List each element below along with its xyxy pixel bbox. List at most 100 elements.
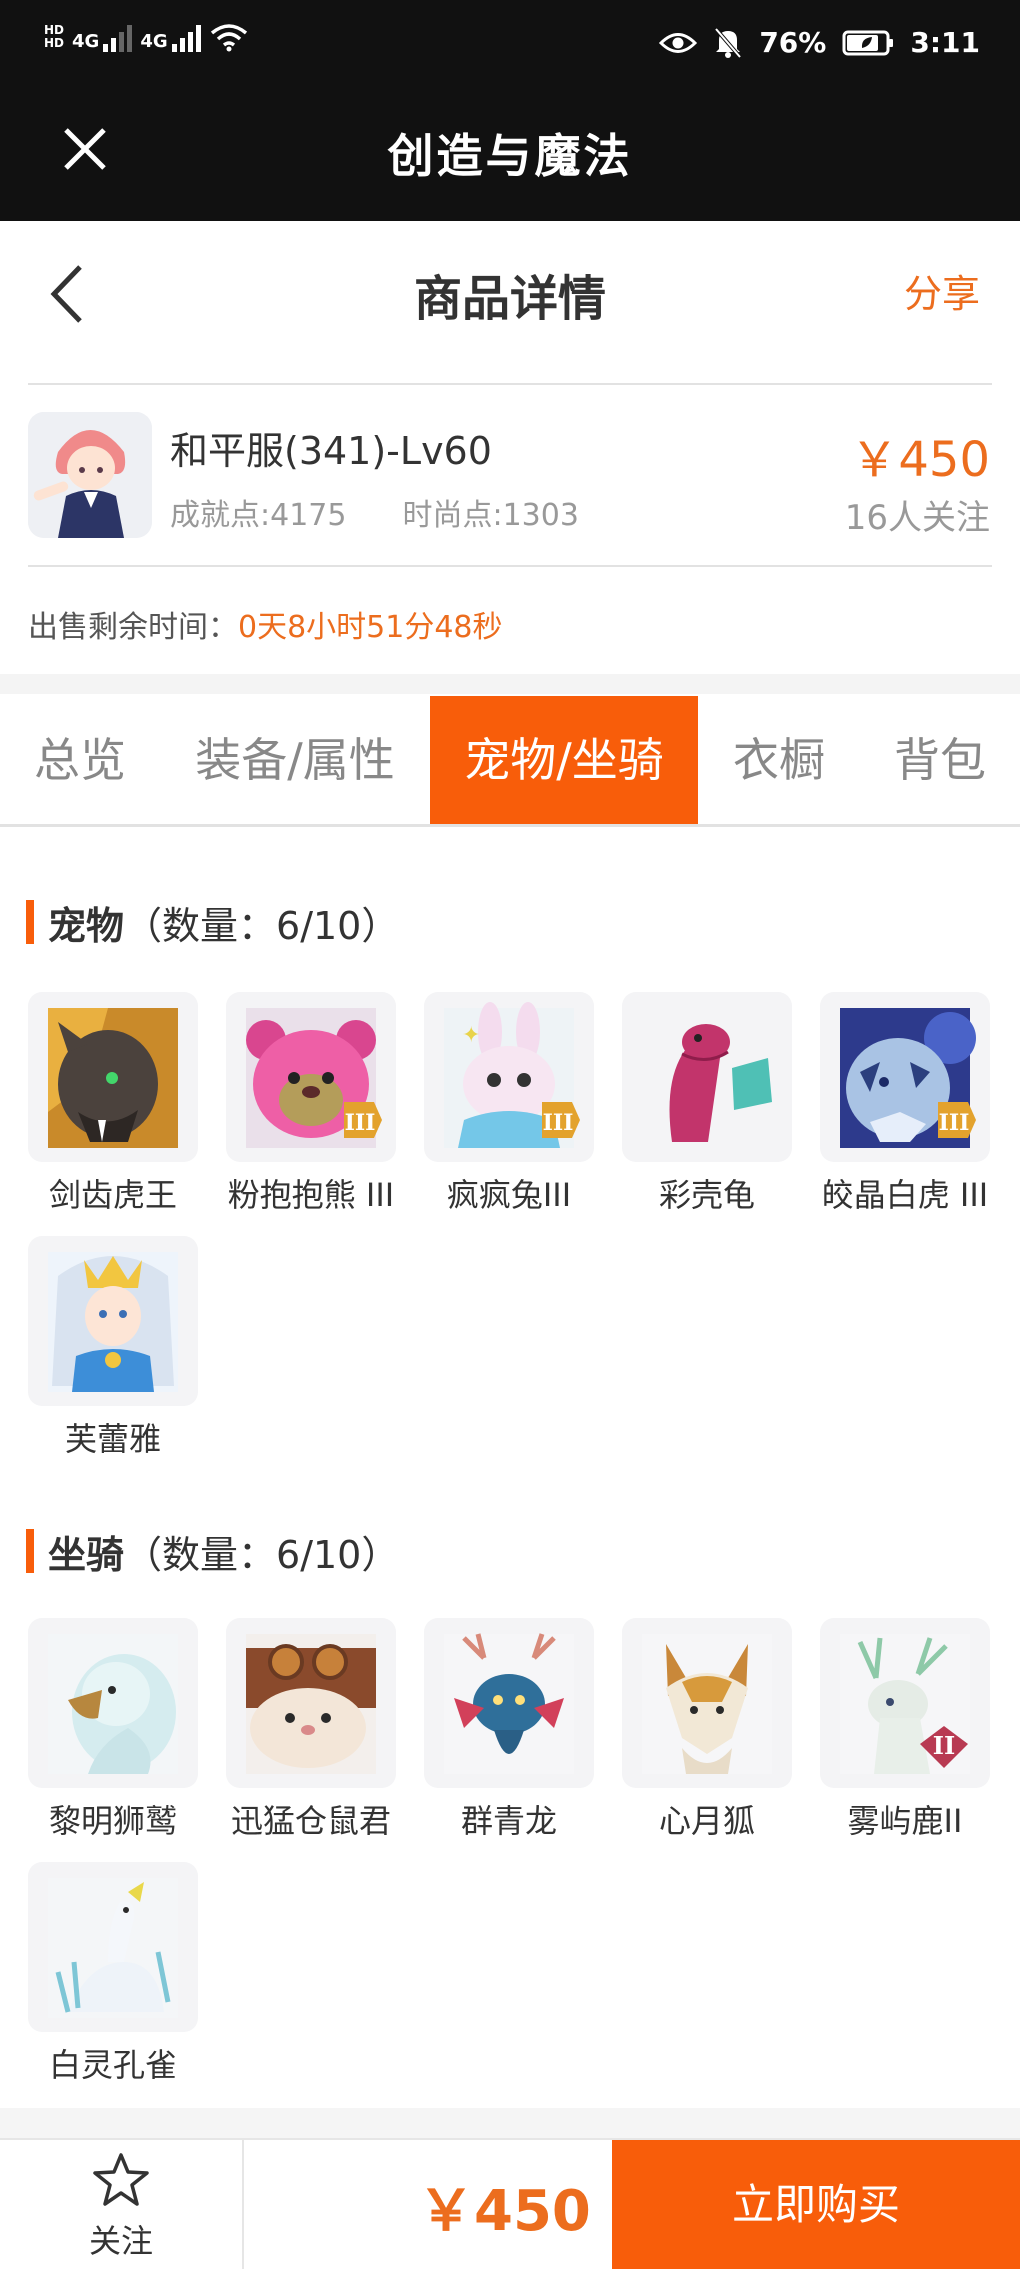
status-bar: HD HD 4G 4G 76% 3:11 <box>0 0 1020 100</box>
svg-text:III: III <box>939 1110 970 1136</box>
tab-underline <box>0 824 1020 827</box>
moon-fox-icon <box>622 1618 792 1788</box>
share-button[interactable]: 分享 <box>904 263 980 318</box>
mount-name: 迅猛仓鼠君 <box>230 1802 391 1840</box>
status-left: HD HD 4G 4G <box>44 22 249 52</box>
hd-label-bottom: HD <box>44 36 65 50</box>
battery-icon <box>842 30 894 55</box>
mount-name: 心月狐 <box>658 1802 755 1840</box>
svg-text:II: II <box>933 1731 955 1760</box>
pet-card[interactable]: III 皎晶白虎 III <box>820 992 990 1214</box>
signal-1: 4G <box>72 22 133 52</box>
shell-turtle-icon <box>622 992 792 1162</box>
tab-equipment[interactable]: 装备/属性 <box>160 696 430 824</box>
divider <box>28 565 992 567</box>
tab-bar: 总览 装备/属性 宠物/坐骑 衣橱 背包 <box>0 696 1020 824</box>
pets-section-header: 宠物 （数量：6/10） <box>26 898 399 948</box>
product-name: 和平服(341)-Lv60 <box>170 429 492 473</box>
pet-card[interactable]: III ✦ 疯疯兔III <box>424 992 594 1214</box>
pet-card[interactable]: 剑齿虎王 <box>28 992 198 1214</box>
mount-card[interactable]: 白灵孔雀 <box>28 1862 198 2084</box>
mount-name: 雾屿鹿II <box>847 1802 963 1840</box>
pet-name: 剑齿虎王 <box>48 1176 177 1214</box>
signal-bars-icon <box>171 22 201 52</box>
mounts-section-header: 坐骑 （数量：6/10） <box>26 1527 399 1577</box>
section-accent-bar <box>26 1529 34 1573</box>
bottom-spacer <box>0 2108 1020 2138</box>
timer-label: 出售剩余时间： <box>28 610 238 645</box>
mount-card[interactable]: 群青龙 <box>424 1618 594 1840</box>
bottom-price: ￥450 <box>418 2179 591 2244</box>
pet-name: 皎晶白虎 III <box>821 1176 989 1214</box>
eye-comfort-icon <box>659 32 698 53</box>
network-type-2: 4G <box>140 31 168 52</box>
mounts-title: 坐骑 <box>48 1532 125 1577</box>
achievement-points: 成就点:4175 <box>170 498 347 533</box>
pet-card[interactable]: 芙蕾雅 <box>28 1236 198 1458</box>
white-peacock-icon <box>28 1862 198 2032</box>
pet-card[interactable]: III 粉抱抱熊 III <box>226 992 396 1214</box>
divider <box>28 383 992 385</box>
hd-indicator: HD HD <box>44 24 64 50</box>
battery-percent: 76% <box>759 26 827 59</box>
hamster-icon <box>226 1618 396 1788</box>
page-header: 商品详情 分享 <box>0 221 1020 384</box>
crazy-rabbit-icon: III ✦ <box>424 992 594 1162</box>
svg-text:III: III <box>543 1110 574 1136</box>
pet-card[interactable]: 彩壳龟 <box>622 992 792 1214</box>
sabertooth-tiger-icon <box>28 992 198 1162</box>
follow-button[interactable]: 关注 <box>0 2140 244 2269</box>
product-stats: 成就点:4175 时尚点:1303 <box>170 490 579 534</box>
mount-name: 黎明狮鹫 <box>48 1802 177 1840</box>
product-price: ￥450 <box>850 432 990 488</box>
pet-name: 彩壳龟 <box>658 1176 755 1214</box>
pink-bear-icon: III <box>226 992 396 1162</box>
section-accent-bar <box>26 900 34 944</box>
mist-deer-icon: II <box>820 1618 990 1788</box>
mute-bell-icon <box>714 27 742 58</box>
star-icon <box>93 2153 149 2206</box>
timer-value: 0天8小时51分48秒 <box>238 610 503 645</box>
pet-name: 粉抱抱熊 III <box>227 1176 395 1214</box>
buy-now-button[interactable]: 立即购买 <box>612 2140 1020 2269</box>
fashion-points: 时尚点:1303 <box>402 498 579 533</box>
mounts-count: （数量：6/10） <box>124 1532 400 1577</box>
freya-icon <box>28 1236 198 1406</box>
app-title: 创造与魔法 <box>387 129 633 183</box>
tab-backpack[interactable]: 背包 <box>860 696 1020 824</box>
product-summary[interactable]: 和平服(341)-Lv60 成就点:4175 时尚点:1303 ￥450 16人… <box>0 390 1020 565</box>
wifi-icon <box>210 24 247 52</box>
pet-name: 芙蕾雅 <box>64 1420 161 1458</box>
mount-card[interactable]: 迅猛仓鼠君 <box>226 1618 396 1840</box>
griffin-icon <box>28 1618 198 1788</box>
network-type-1: 4G <box>72 31 100 52</box>
tab-wardrobe[interactable]: 衣橱 <box>698 696 860 824</box>
follower-count: 16人关注 <box>844 498 990 538</box>
pet-name: 疯疯兔III <box>446 1176 572 1214</box>
signal-bars-icon <box>103 22 133 52</box>
page-title: 商品详情 <box>413 271 606 327</box>
tab-pets-mounts[interactable]: 宠物/坐骑 <box>430 696 698 824</box>
mount-card[interactable]: II 雾屿鹿II <box>820 1618 990 1840</box>
section-gap <box>0 674 1020 694</box>
signal-2: 4G <box>140 22 201 52</box>
mount-name: 群青龙 <box>460 1802 557 1840</box>
crystal-tiger-icon: III <box>820 992 990 1162</box>
svg-text:III: III <box>345 1110 376 1136</box>
tab-overview[interactable]: 总览 <box>0 696 160 824</box>
clock: 3:11 <box>910 26 980 59</box>
svg-text:✦: ✦ <box>462 1023 480 1048</box>
mount-name: 白灵孔雀 <box>48 2046 177 2084</box>
blue-dragon-icon <box>424 1618 594 1788</box>
pets-title: 宠物 <box>48 903 125 948</box>
mount-card[interactable]: 心月狐 <box>622 1618 792 1840</box>
status-right: 76% 3:11 <box>659 26 980 59</box>
character-avatar <box>28 412 152 538</box>
character-avatar-icon <box>28 412 152 538</box>
sale-timer: 出售剩余时间：0天8小时51分48秒 <box>28 602 503 646</box>
mount-card[interactable]: 黎明狮鹫 <box>28 1618 198 1840</box>
app-title-bar: 创造与魔法 <box>0 100 1020 221</box>
bottom-bar: 关注 ￥450 立即购买 <box>0 2138 1020 2269</box>
follow-label: 关注 <box>88 2222 153 2260</box>
pets-count: （数量：6/10） <box>124 903 400 948</box>
